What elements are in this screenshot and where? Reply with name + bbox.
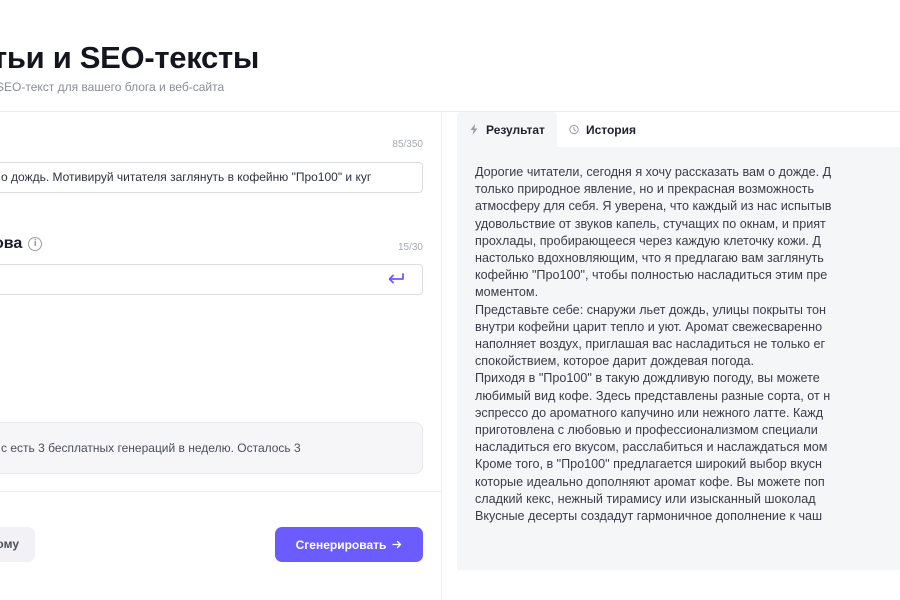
text-line: Кроме того, в "Про100" предлагается широ… bbox=[475, 457, 822, 472]
keywords-char-counter: 15/30 bbox=[397, 242, 423, 253]
text-line: Дорогие читатели, сегодня я хочу рассказ… bbox=[475, 165, 832, 179]
topic-input[interactable]: о дождь. Мотивируй читателя заглянуть в … bbox=[0, 162, 423, 193]
page-subtitle: SEO-текст для вашего блога и веб-сайта bbox=[0, 80, 225, 94]
tab-history[interactable]: История bbox=[557, 112, 648, 147]
page-title: тьи и SEO-тексты bbox=[0, 40, 259, 75]
text-line: моментом. bbox=[475, 285, 539, 300]
text-line: эспрессо до ароматного капучино или нежн… bbox=[475, 405, 824, 420]
generator-form: 85/350 о дождь. Мотивируй читателя загля… bbox=[0, 112, 441, 600]
tab-result[interactable]: Результат bbox=[457, 112, 557, 147]
text-line: Приходя в "Про100" в такую дождливую пог… bbox=[475, 371, 820, 386]
arrow-right-icon bbox=[392, 538, 402, 552]
free-generations-notice: с есть 3 бесплатных генераций в неделю. … bbox=[0, 422, 423, 474]
text-line: удовольствие от звуков капель, стучащих … bbox=[475, 216, 826, 231]
text-line: сладкий кекс, нежный тирамису или изыска… bbox=[475, 491, 816, 506]
enter-icon[interactable] bbox=[385, 268, 407, 290]
keywords-label: ова i bbox=[0, 235, 43, 253]
tab-result-label: Результат bbox=[486, 122, 545, 137]
text-line: любимый вид кофе. Здесь представлены раз… bbox=[475, 388, 831, 403]
text-line: атмосферу для себя. Я уверена, что кажды… bbox=[475, 199, 832, 214]
generate-button[interactable]: Сгенерировать bbox=[275, 527, 423, 562]
result-panel: Результат История Дорогие читатели, сего… bbox=[457, 112, 900, 570]
text-line: приготовлена с любовью и профессионализм… bbox=[475, 423, 818, 438]
text-line: наполняет воздух, приглашая вас насладит… bbox=[475, 337, 826, 352]
secondary-button[interactable]: ому bbox=[0, 527, 35, 562]
keywords-input[interactable] bbox=[0, 264, 423, 295]
text-line: прохлады, пробирающееся через каждую кле… bbox=[475, 233, 821, 248]
form-divider bbox=[0, 491, 441, 492]
lightning-icon bbox=[469, 124, 479, 136]
clock-icon bbox=[569, 124, 579, 136]
topic-char-counter: 85/350 bbox=[392, 139, 423, 150]
generated-text: Дорогие читатели, сегодня я хочу рассказ… bbox=[475, 164, 900, 525]
text-line: внутри кофейни царит тепло и уют. Аромат… bbox=[475, 319, 823, 334]
tab-history-label: История bbox=[585, 122, 636, 137]
text-line: насладиться его вкусом, расслабиться и н… bbox=[475, 440, 828, 455]
result-tabs: Результат История bbox=[457, 112, 900, 147]
text-line: Представьте себе: снаружи льет дождь, ул… bbox=[475, 302, 826, 317]
text-line: только природное явление, но и прекрасна… bbox=[475, 182, 815, 197]
text-line: спокойствием, которое дарит дождевая пог… bbox=[475, 354, 755, 369]
panel-divider bbox=[441, 112, 442, 600]
keywords-label-text: ова bbox=[0, 235, 23, 252]
generate-button-label: Сгенерировать bbox=[295, 537, 387, 552]
text-line: настолько вдохновляющим, что я предлагаю… bbox=[475, 251, 824, 266]
text-line: которые идеально дополняют аромат кофе. … bbox=[475, 474, 825, 489]
info-icon[interactable]: i bbox=[28, 237, 43, 251]
text-line: кофейню "Про100", чтобы полностью наслад… bbox=[475, 268, 828, 283]
text-line: Вкусные десерты создадут гармоничное доп… bbox=[475, 509, 823, 524]
